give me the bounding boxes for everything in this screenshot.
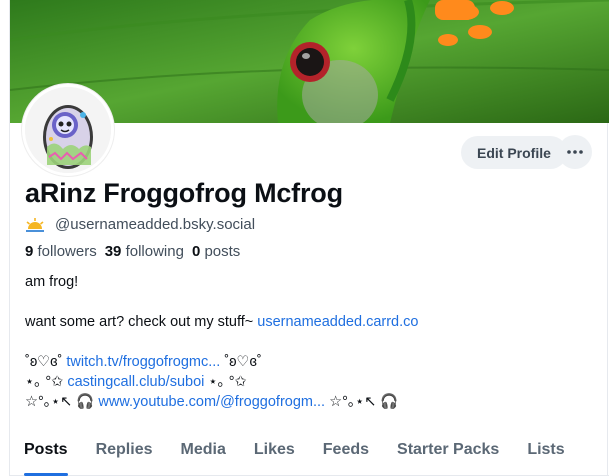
bio-decoration: ☆°｡⋆↖ 🎧 bbox=[25, 394, 99, 410]
youtube-link[interactable]: www.youtube.com/@froggofrogm... bbox=[98, 394, 325, 410]
edit-profile-button[interactable]: Edit Profile bbox=[461, 136, 567, 169]
tab-likes[interactable]: Likes bbox=[254, 428, 309, 475]
castingcall-link[interactable]: castingcall.club/suboi bbox=[67, 374, 204, 390]
tab-replies[interactable]: Replies bbox=[96, 428, 167, 475]
bio-text: want some art? check out my stuff~ bbox=[25, 314, 258, 330]
handle-row: @usernameadded.bsky.social bbox=[25, 216, 255, 233]
bio-decoration: ˚ʚ♡ɞ˚ bbox=[220, 354, 262, 370]
bio-line: ⋆｡ °✩ castingcall.club/suboi ⋆｡ °✩ bbox=[25, 372, 595, 392]
following-stat[interactable]: 39 following bbox=[105, 243, 184, 260]
profile-bio: am frog! want some art? check out my stu… bbox=[25, 272, 595, 412]
display-name: aRinz Froggofrog Mcfrog bbox=[25, 178, 343, 208]
tab-feeds[interactable]: Feeds bbox=[323, 428, 383, 475]
bio-line: want some art? check out my stuff~ usern… bbox=[25, 312, 595, 332]
followers-label: followers bbox=[37, 243, 97, 260]
avatar[interactable] bbox=[22, 84, 114, 176]
profile-stats: 9 followers 39 following 0 posts bbox=[25, 243, 240, 260]
profile-page: Edit Profile aRinz Froggofrog Mcfrog @us… bbox=[9, 0, 609, 476]
more-dots-icon bbox=[567, 150, 583, 154]
bio-decoration: ☆°｡⋆↖ 🎧 bbox=[325, 394, 399, 410]
posts-count: 0 bbox=[191, 243, 201, 260]
profile-tabs: Posts Replies Media Likes Feeds Starter … bbox=[10, 428, 609, 476]
egg-avatar-image bbox=[25, 87, 111, 173]
followers-count: 9 bbox=[25, 243, 34, 260]
bio-line: ☆°｡⋆↖ 🎧 www.youtube.com/@froggofrogm... … bbox=[25, 392, 595, 412]
sunrise-icon bbox=[26, 217, 44, 232]
posts-stat: 0 posts bbox=[192, 243, 240, 260]
following-count: 39 bbox=[104, 243, 122, 260]
bio-decoration: ⋆｡ °✩ bbox=[204, 374, 247, 390]
bio-line: ˚ʚ♡ɞ˚ twitch.tv/froggofrogmc... ˚ʚ♡ɞ˚ bbox=[25, 352, 595, 372]
following-label: following bbox=[125, 243, 184, 260]
tab-starter-packs[interactable]: Starter Packs bbox=[397, 428, 513, 475]
twitch-link[interactable]: twitch.tv/froggofrogmc... bbox=[66, 354, 220, 370]
bio-decoration: ⋆｡ °✩ bbox=[25, 374, 68, 390]
tab-lists[interactable]: Lists bbox=[527, 428, 578, 475]
posts-label: posts bbox=[204, 243, 241, 260]
more-options-button[interactable] bbox=[558, 135, 592, 169]
tab-media[interactable]: Media bbox=[181, 428, 240, 475]
tab-posts[interactable]: Posts bbox=[24, 428, 82, 476]
bio-decoration: ˚ʚ♡ɞ˚ bbox=[25, 354, 67, 370]
bio-line: am frog! bbox=[25, 274, 79, 290]
followers-stat[interactable]: 9 followers bbox=[25, 243, 97, 260]
handle[interactable]: @usernameadded.bsky.social bbox=[55, 216, 255, 233]
carrd-link[interactable]: usernameadded.carrd.co bbox=[257, 314, 418, 330]
